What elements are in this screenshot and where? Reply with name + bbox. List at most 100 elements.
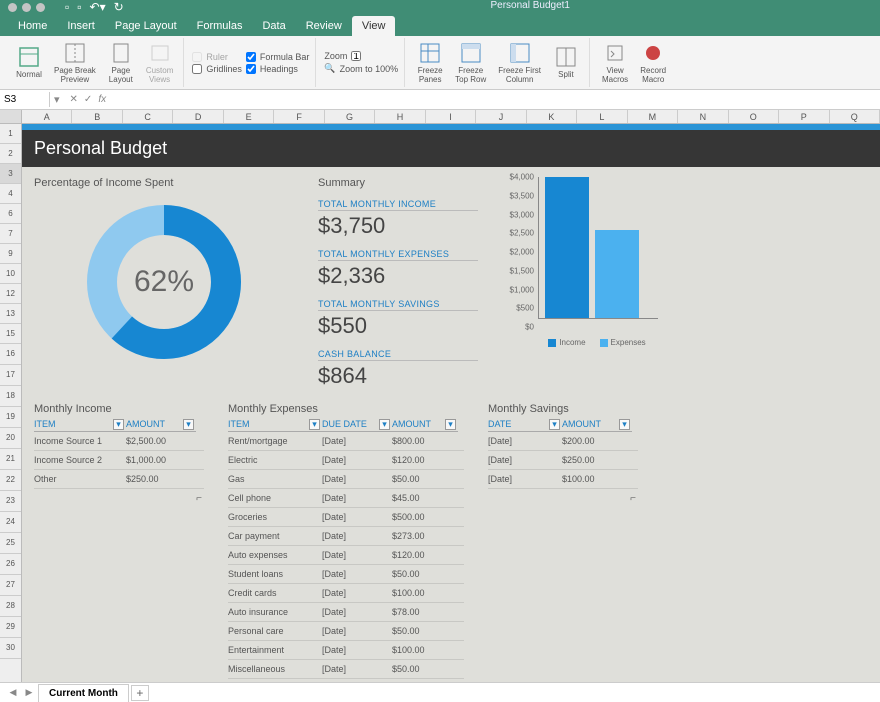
- table-cell[interactable]: [Date]: [322, 584, 392, 602]
- table-row[interactable]: Auto insurance[Date]$78.00: [228, 603, 464, 622]
- table-cell[interactable]: [Date]: [322, 489, 392, 507]
- row-header[interactable]: 9: [0, 244, 21, 264]
- custom-views-button[interactable]: Custom Views: [142, 39, 178, 87]
- ribbon-tab-view[interactable]: View: [352, 16, 396, 36]
- table-row[interactable]: Miscellaneous[Date]$50.00: [228, 660, 464, 679]
- row-header[interactable]: 18: [0, 386, 21, 407]
- column-header[interactable]: D: [173, 110, 223, 123]
- table-cell[interactable]: [Date]: [322, 508, 392, 526]
- column-header[interactable]: P: [779, 110, 829, 123]
- headings-checkbox[interactable]: Headings: [246, 64, 310, 74]
- column-header[interactable]: H: [375, 110, 425, 123]
- table-cell[interactable]: $100.00: [562, 470, 632, 488]
- table-header[interactable]: ITEM▾: [34, 417, 126, 432]
- normal-view-button[interactable]: Normal: [12, 43, 46, 82]
- undo-icon[interactable]: ↶▾: [90, 0, 106, 14]
- filter-dropdown-icon[interactable]: ▾: [309, 419, 320, 430]
- table-cell[interactable]: Other: [34, 470, 126, 488]
- table-cell[interactable]: $50.00: [392, 565, 458, 583]
- freeze-first-col-button[interactable]: Freeze First Column: [494, 39, 545, 87]
- page-break-preview-button[interactable]: Page Break Preview: [50, 39, 100, 87]
- table-cell[interactable]: [Date]: [322, 660, 392, 678]
- table-cell[interactable]: $500.00: [392, 508, 458, 526]
- table-cell[interactable]: Rent/mortgage: [228, 432, 322, 450]
- table-row[interactable]: [Date]$100.00: [488, 470, 638, 489]
- table-row[interactable]: Entertainment[Date]$100.00: [228, 641, 464, 660]
- column-header[interactable]: A: [22, 110, 72, 123]
- table-cell[interactable]: $45.00: [392, 489, 458, 507]
- row-header[interactable]: 29: [0, 617, 21, 638]
- table-cell[interactable]: $120.00: [392, 451, 458, 469]
- table-header[interactable]: ITEM▾: [228, 417, 322, 432]
- table-cell[interactable]: $100.00: [392, 641, 458, 659]
- table-cell[interactable]: [Date]: [488, 432, 562, 450]
- gridlines-checkbox[interactable]: Gridlines: [192, 64, 242, 74]
- confirm-formula-icon[interactable]: ✓: [84, 94, 92, 105]
- filter-dropdown-icon[interactable]: ▾: [619, 419, 630, 430]
- table-row[interactable]: Student loans[Date]$50.00: [228, 565, 464, 584]
- select-all-corner[interactable]: [0, 110, 22, 123]
- column-header[interactable]: N: [678, 110, 728, 123]
- maximize-window[interactable]: [36, 3, 45, 12]
- row-header[interactable]: 22: [0, 470, 21, 491]
- column-header[interactable]: I: [426, 110, 476, 123]
- table-header[interactable]: AMOUNT▾: [562, 417, 632, 432]
- ruler-checkbox[interactable]: Ruler: [192, 52, 242, 62]
- table-row[interactable]: Cell phone[Date]$45.00: [228, 489, 464, 508]
- table-cell[interactable]: Miscellaneous: [228, 660, 322, 678]
- table-cell[interactable]: $50.00: [392, 470, 458, 488]
- table-cell[interactable]: [Date]: [322, 622, 392, 640]
- table-row[interactable]: Income Source 1$2,500.00: [34, 432, 204, 451]
- filter-dropdown-icon[interactable]: ▾: [549, 419, 560, 430]
- column-header[interactable]: K: [527, 110, 577, 123]
- row-header[interactable]: 4: [0, 184, 21, 204]
- table-cell[interactable]: $250.00: [562, 451, 632, 469]
- column-header[interactable]: J: [476, 110, 526, 123]
- filter-dropdown-icon[interactable]: ▾: [379, 419, 390, 430]
- table-row[interactable]: Gas[Date]$50.00: [228, 470, 464, 489]
- split-button[interactable]: Split: [549, 43, 583, 82]
- column-header[interactable]: M: [628, 110, 678, 123]
- filter-dropdown-icon[interactable]: ▾: [183, 419, 194, 430]
- sheet-tab-current[interactable]: Current Month: [38, 684, 129, 702]
- table-cell[interactable]: $50.00: [392, 622, 458, 640]
- row-header[interactable]: 23: [0, 491, 21, 512]
- row-header[interactable]: 12: [0, 284, 21, 304]
- column-header[interactable]: L: [577, 110, 627, 123]
- name-box[interactable]: S3: [0, 92, 50, 107]
- row-header[interactable]: 7: [0, 224, 21, 244]
- filter-dropdown-icon[interactable]: ▾: [113, 419, 124, 430]
- row-header[interactable]: 15: [0, 324, 21, 344]
- table-cell[interactable]: [Date]: [322, 451, 392, 469]
- row-header[interactable]: 24: [0, 512, 21, 533]
- table-cell[interactable]: [Date]: [488, 451, 562, 469]
- row-header[interactable]: 26: [0, 554, 21, 575]
- column-header[interactable]: O: [729, 110, 779, 123]
- freeze-panes-button[interactable]: Freeze Panes: [413, 39, 447, 87]
- table-cell[interactable]: Groceries: [228, 508, 322, 526]
- row-header[interactable]: 20: [0, 428, 21, 449]
- row-header[interactable]: 25: [0, 533, 21, 554]
- row-header[interactable]: 27: [0, 575, 21, 596]
- row-header[interactable]: 28: [0, 596, 21, 617]
- table-header[interactable]: DUE DATE▾: [322, 417, 392, 432]
- table-cell[interactable]: Income Source 2: [34, 451, 126, 469]
- table-resize-handle[interactable]: ⌐: [630, 493, 636, 504]
- row-header[interactable]: 2: [0, 144, 21, 164]
- table-cell[interactable]: [Date]: [322, 565, 392, 583]
- table-row[interactable]: [Date]$200.00: [488, 432, 638, 451]
- table-cell[interactable]: [Date]: [322, 603, 392, 621]
- row-header[interactable]: 17: [0, 365, 21, 386]
- save-as-icon[interactable]: ▫: [77, 0, 81, 14]
- table-cell[interactable]: [Date]: [322, 470, 392, 488]
- table-row[interactable]: Income Source 2$1,000.00: [34, 451, 204, 470]
- table-row[interactable]: Rent/mortgage[Date]$800.00: [228, 432, 464, 451]
- column-header[interactable]: B: [72, 110, 122, 123]
- table-cell[interactable]: [Date]: [322, 641, 392, 659]
- save-icon[interactable]: ▫: [65, 0, 69, 14]
- formula-bar-checkbox[interactable]: Formula Bar: [246, 52, 310, 62]
- row-header[interactable]: 6: [0, 204, 21, 224]
- filter-dropdown-icon[interactable]: ▾: [445, 419, 456, 430]
- column-header[interactable]: C: [123, 110, 173, 123]
- close-window[interactable]: [8, 3, 17, 12]
